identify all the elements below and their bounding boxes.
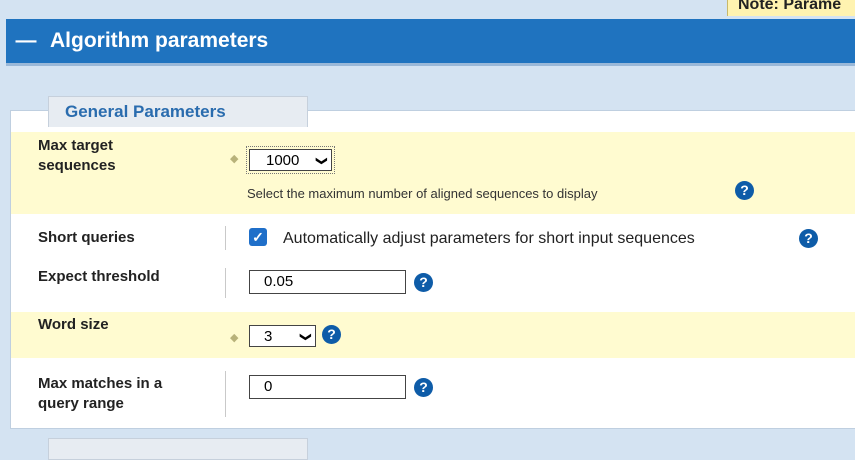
expect-threshold-input[interactable]	[249, 270, 406, 294]
help-icon[interactable]: ?	[735, 181, 754, 200]
chevron-down-icon: ❯	[299, 332, 312, 342]
help-icon[interactable]: ?	[322, 325, 341, 344]
short-queries-text[interactable]: Automatically adjust parameters for shor…	[283, 230, 695, 248]
divider	[225, 268, 226, 298]
word-size-row	[11, 312, 855, 358]
help-icon[interactable]: ?	[799, 229, 818, 248]
section-title[interactable]: Algorithm parameters	[50, 19, 268, 63]
collapse-icon[interactable]: —	[14, 19, 38, 63]
max-matches-input[interactable]	[249, 375, 406, 399]
divider	[225, 226, 226, 250]
diamond-icon: ◆	[230, 332, 239, 344]
chevron-down-icon: ❯	[315, 156, 328, 166]
expect-threshold-label: Expect threshold	[38, 268, 160, 285]
divider	[225, 371, 226, 417]
max-matches-label: Max matches in a query range	[38, 375, 163, 412]
next-fieldset-legend	[48, 438, 308, 460]
header-underline	[6, 63, 855, 66]
short-queries-label: Short queries	[38, 229, 135, 246]
short-queries-checkbox[interactable]: ✓	[249, 228, 267, 246]
max-target-row	[11, 132, 855, 214]
max-target-hint: Select the maximum number of aligned seq…	[247, 186, 598, 201]
word-size-label: Word size	[38, 316, 109, 333]
general-parameters-legend: General Parameters	[48, 96, 308, 127]
help-icon[interactable]: ?	[414, 378, 433, 397]
max-target-label: Max target sequences	[38, 137, 116, 174]
max-target-select[interactable]: 1000 ❯	[246, 146, 335, 174]
word-size-select[interactable]: 3 ❯	[249, 325, 316, 347]
help-icon[interactable]: ?	[414, 273, 433, 292]
note-banner: Note: Parame	[727, 0, 855, 16]
algorithm-parameters-header[interactable]: — Algorithm parameters	[6, 19, 855, 63]
diamond-icon: ◆	[230, 153, 239, 165]
